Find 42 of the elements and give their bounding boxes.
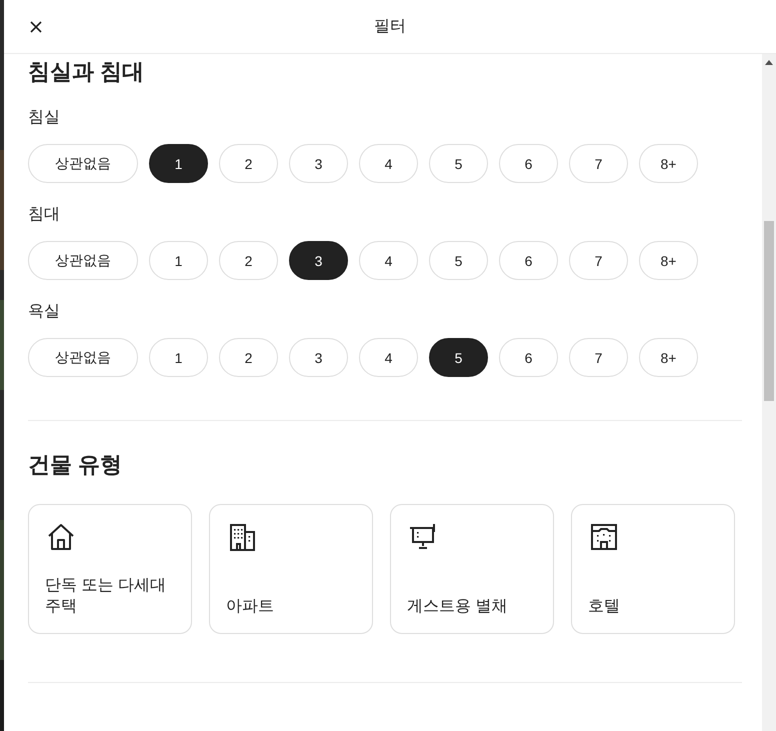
option-chip[interactable]: 5	[429, 338, 488, 377]
option-chip[interactable]: 상관없음	[28, 241, 138, 280]
option-chip[interactable]: 8+	[639, 241, 698, 280]
close-icon[interactable]	[28, 18, 44, 34]
option-chip[interactable]: 8+	[639, 338, 698, 377]
hotel-icon	[588, 521, 620, 553]
option-chip[interactable]: 상관없음	[28, 144, 138, 183]
option-chip[interactable]: 2	[219, 144, 278, 183]
option-chip[interactable]: 4	[359, 144, 418, 183]
option-chip[interactable]: 4	[359, 338, 418, 377]
option-chip[interactable]: 2	[219, 338, 278, 377]
option-chip[interactable]: 상관없음	[28, 338, 138, 377]
property-type-card[interactable]: 게스트용 별채	[390, 504, 554, 634]
option-chip[interactable]: 6	[499, 144, 558, 183]
option-chip[interactable]: 3	[289, 241, 348, 280]
option-chip[interactable]: 4	[359, 241, 418, 280]
option-chip[interactable]: 7	[569, 338, 628, 377]
option-chip[interactable]: 7	[569, 241, 628, 280]
option-chip[interactable]: 1	[149, 241, 208, 280]
option-chip[interactable]: 6	[499, 241, 558, 280]
option-chip[interactable]: 3	[289, 144, 348, 183]
group-label: 침실	[28, 108, 61, 128]
group-label: 침대	[28, 205, 61, 225]
option-chip[interactable]: 6	[499, 338, 558, 377]
section-heading: 침실과 침대	[28, 58, 146, 86]
section-heading: 건물 유형	[28, 451, 124, 479]
scrollbar[interactable]	[762, 54, 776, 731]
option-chip[interactable]: 3	[289, 338, 348, 377]
option-chip[interactable]: 8+	[639, 144, 698, 183]
option-chip[interactable]: 5	[429, 241, 488, 280]
group-label: 욕실	[28, 302, 61, 322]
dialog-title: 필터	[374, 18, 406, 35]
option-chip[interactable]: 2	[219, 241, 278, 280]
scroll-up-icon[interactable]	[765, 60, 773, 65]
option-chip[interactable]: 7	[569, 144, 628, 183]
property-type-card[interactable]: 단독 또는 다세대 주택	[28, 504, 192, 634]
property-type-card[interactable]: 아파트	[209, 504, 373, 634]
option-chip[interactable]: 5	[429, 144, 488, 183]
option-chip[interactable]: 1	[149, 338, 208, 377]
scrollbar-thumb[interactable]	[764, 221, 774, 401]
property-type-card[interactable]: 호텔	[571, 504, 735, 634]
option-chip[interactable]: 1	[149, 144, 208, 183]
